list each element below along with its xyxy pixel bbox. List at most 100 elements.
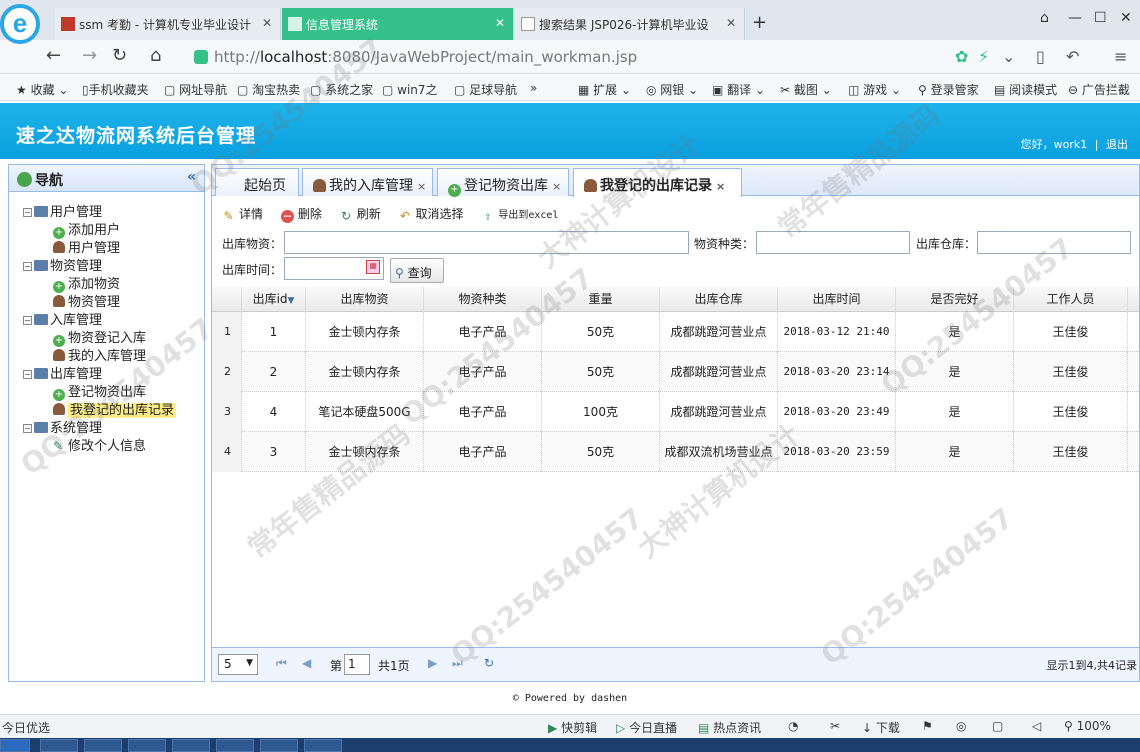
query-button[interactable]: ⚲ 查询 [390,258,444,283]
bookmark-item[interactable]: ▦ 扩展 ⌄ [578,81,631,98]
speed-icon[interactable]: ◔ [788,719,798,733]
bookmark-item[interactable]: ▢ win7之 [382,81,438,98]
tree-group-goods[interactable]: − 物资管理 [9,258,204,276]
tool-icon[interactable]: ✂ [830,719,840,733]
logout-link[interactable]: 退出 [1106,138,1128,151]
header-warehouse[interactable]: 出库仓库 [660,287,778,312]
bookmark-item[interactable]: ▤ 阅读模式 [994,81,1057,98]
tree-item-user-manage[interactable]: 用户管理 [9,240,204,258]
taskbar-app-icon[interactable] [304,739,342,752]
table-row[interactable]: 4 3 金士顿内存条 电子产品 50克 成都双流机场营业点 2018-03-20… [212,432,1139,472]
new-tab-icon[interactable]: + [752,12,767,33]
cancel-select-button[interactable]: ↶ 取消选择 [399,205,464,223]
tree-group-inbound[interactable]: − 入库管理 [9,312,204,330]
header-weight[interactable]: 重量 [542,287,660,312]
page-size-select[interactable]: 5 ▼ [218,654,258,675]
tree-group-outbound[interactable]: − 出库管理 [9,366,204,384]
flag-icon[interactable]: ⚑ [922,719,933,733]
header-type[interactable]: 物资种类 [424,287,542,312]
bookmark-item[interactable]: ▢ 系统之家 [310,81,373,98]
next-page-icon[interactable]: ▶ [428,656,437,670]
tab-register-outbound[interactable]: + 登记物资出库 × [437,168,569,197]
bookmark-item[interactable]: ▢ 足球导航 [454,81,517,98]
tree-item-my-outbound[interactable]: 我登记的出库记录 [9,402,204,420]
first-page-icon[interactable]: ⏮ [276,656,287,671]
collapse-toggle-icon[interactable]: − [23,208,32,217]
status-item[interactable]: ↓ 下载 [862,719,900,736]
tab-my-inbound[interactable]: 我的入库管理 × [302,168,433,196]
tree-item-add-user[interactable]: + 添加用户 [9,222,204,240]
browser-tab-active[interactable]: 信息管理系统 ✕ [282,8,514,40]
bookmark-item[interactable]: ⚲ 登录管家 [918,81,979,98]
status-left[interactable]: 今日优选 [2,719,50,736]
tree-item-my-inbound[interactable]: 我的入库管理 [9,348,204,366]
bookmark-item[interactable]: ▢ 淘宝热卖 [237,81,300,98]
skin-icon[interactable]: ⌂ [1040,10,1049,26]
warehouse-input[interactable] [977,231,1131,254]
back-icon[interactable]: ← [46,45,61,66]
type-input[interactable] [756,231,910,254]
header-id[interactable]: 出库id▼ [242,287,306,312]
taskbar-app-icon[interactable] [216,739,254,752]
bookmark-item[interactable]: ◎ 网银 ⌄ [646,81,698,98]
bookmark-item[interactable]: ▢ 网址导航 [164,81,227,98]
zoom-control[interactable]: ⚲ 100% [1064,719,1111,733]
tab-close-icon[interactable]: × [417,180,426,193]
tab-close-icon[interactable]: × [716,180,725,193]
export-button[interactable]: ⇪ 导出到excel [481,206,558,223]
taskbar-app-icon[interactable] [40,739,78,752]
taskbar-app-icon[interactable] [128,739,166,752]
collapse-icon[interactable]: « [187,169,196,185]
tab-home[interactable]: 起始页 [215,168,299,196]
delete-button[interactable]: − 删除 [280,205,322,223]
lightning-icon[interactable]: ⚡ [978,47,989,66]
forward-icon[interactable]: → [82,45,97,66]
table-row[interactable]: 1 1 金士顿内存条 电子产品 50克 成都跳蹬河营业点 2018-03-12 … [212,312,1139,352]
calendar-icon[interactable]: ▦ [366,260,380,274]
url-field[interactable]: http://localhost:8080/JavaWebProject/mai… [192,46,992,68]
reload-icon[interactable]: ↻ [484,656,494,670]
bookmark-item[interactable]: ▯手机收藏夹 [82,81,149,98]
tab-my-outbound[interactable]: 我登记的出库记录 × [573,168,742,197]
page-number-input[interactable]: 1 [344,654,370,675]
start-button[interactable] [0,739,30,752]
refresh-button[interactable]: ↻ 刷新 [340,205,381,223]
phone-icon[interactable]: ▯ [1036,47,1045,66]
tree-item-add-goods[interactable]: + 添加物资 [9,276,204,294]
tree-group-user[interactable]: − 用户管理 [9,204,204,222]
goods-input[interactable] [284,231,689,254]
collapse-toggle-icon[interactable]: − [23,424,32,433]
maximize-icon[interactable]: ☐ [1094,10,1107,26]
close-icon[interactable]: ✕ [726,16,736,30]
status-item[interactable]: ▷ 今日直播 [616,719,677,736]
reload-icon[interactable]: ↻ [112,45,127,66]
taskbar-app-icon[interactable] [84,739,122,752]
table-row[interactable]: 2 2 金士顿内存条 电子产品 50克 成都跳蹬河营业点 2018-03-20 … [212,352,1139,392]
minimize-icon[interactable]: — [1068,10,1082,26]
collapse-toggle-icon[interactable]: − [23,262,32,271]
tree-item-register-outbound[interactable]: + 登记物资出库 [9,384,204,402]
undo-icon[interactable]: ↶ [1066,47,1079,66]
bookmark-item[interactable]: ▣ 翻译 ⌄ [712,81,765,98]
home-icon[interactable]: ⌂ [150,45,161,66]
taskbar-app-icon[interactable] [260,739,298,752]
bookmark-item[interactable]: ⊖ 广告拦截 [1068,81,1130,98]
collapse-toggle-icon[interactable]: − [23,370,32,379]
header-goods[interactable]: 出库物资 [306,287,424,312]
chevron-down-icon[interactable]: ⌄ [1002,47,1015,66]
header-staff[interactable]: 工作人员 [1014,287,1128,312]
browser-tab[interactable]: 搜索结果 JSP026-计算机毕业设 ✕ [515,8,745,40]
volume-icon[interactable]: ◁ [1032,719,1041,733]
detail-button[interactable]: ✎ 详情 [222,205,263,223]
taskbar-app-icon[interactable] [172,739,210,752]
collapse-toggle-icon[interactable]: − [23,316,32,325]
browser-icon[interactable]: ◎ [956,719,966,733]
close-icon[interactable]: ✕ [262,16,272,30]
speed-icon[interactable]: ✿ [955,47,968,66]
table-row[interactable]: 3 4 笔记本硬盘500G 电子产品 100克 成都跳蹬河营业点 2018-03… [212,392,1139,432]
tree-item-register-inbound[interactable]: + 物资登记入库 [9,330,204,348]
header-ok[interactable]: 是否完好 [896,287,1014,312]
browser-tab[interactable]: ssm 考勤 - 计算机专业毕业设计 ✕ [55,8,281,40]
bookmark-item[interactable]: ★ 收藏 ⌄ [16,81,68,98]
tree-item-goods-manage[interactable]: 物资管理 [9,294,204,312]
